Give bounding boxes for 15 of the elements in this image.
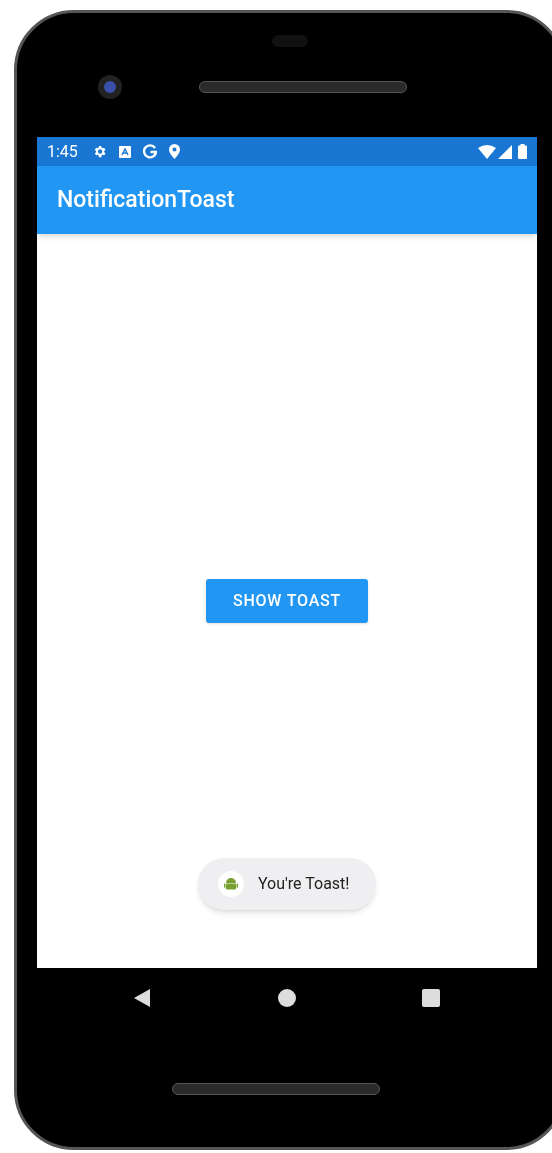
recents-icon [422, 989, 440, 1007]
toast-message: You're Toast! [258, 873, 350, 895]
signal-icon [498, 144, 512, 159]
camera-lens [98, 75, 122, 99]
android-icon [218, 871, 244, 897]
google-icon [142, 144, 157, 159]
app-title: NotificationToast [57, 184, 235, 215]
battery-icon [518, 144, 527, 159]
wifi-icon [478, 144, 496, 159]
font-box-icon [118, 145, 131, 158]
status-time: 1:45 [47, 140, 78, 163]
back-icon [132, 988, 152, 1008]
show-toast-button[interactable]: SHOW TOAST [206, 579, 368, 623]
home-icon [278, 989, 296, 1007]
location-pin-icon [168, 144, 180, 159]
